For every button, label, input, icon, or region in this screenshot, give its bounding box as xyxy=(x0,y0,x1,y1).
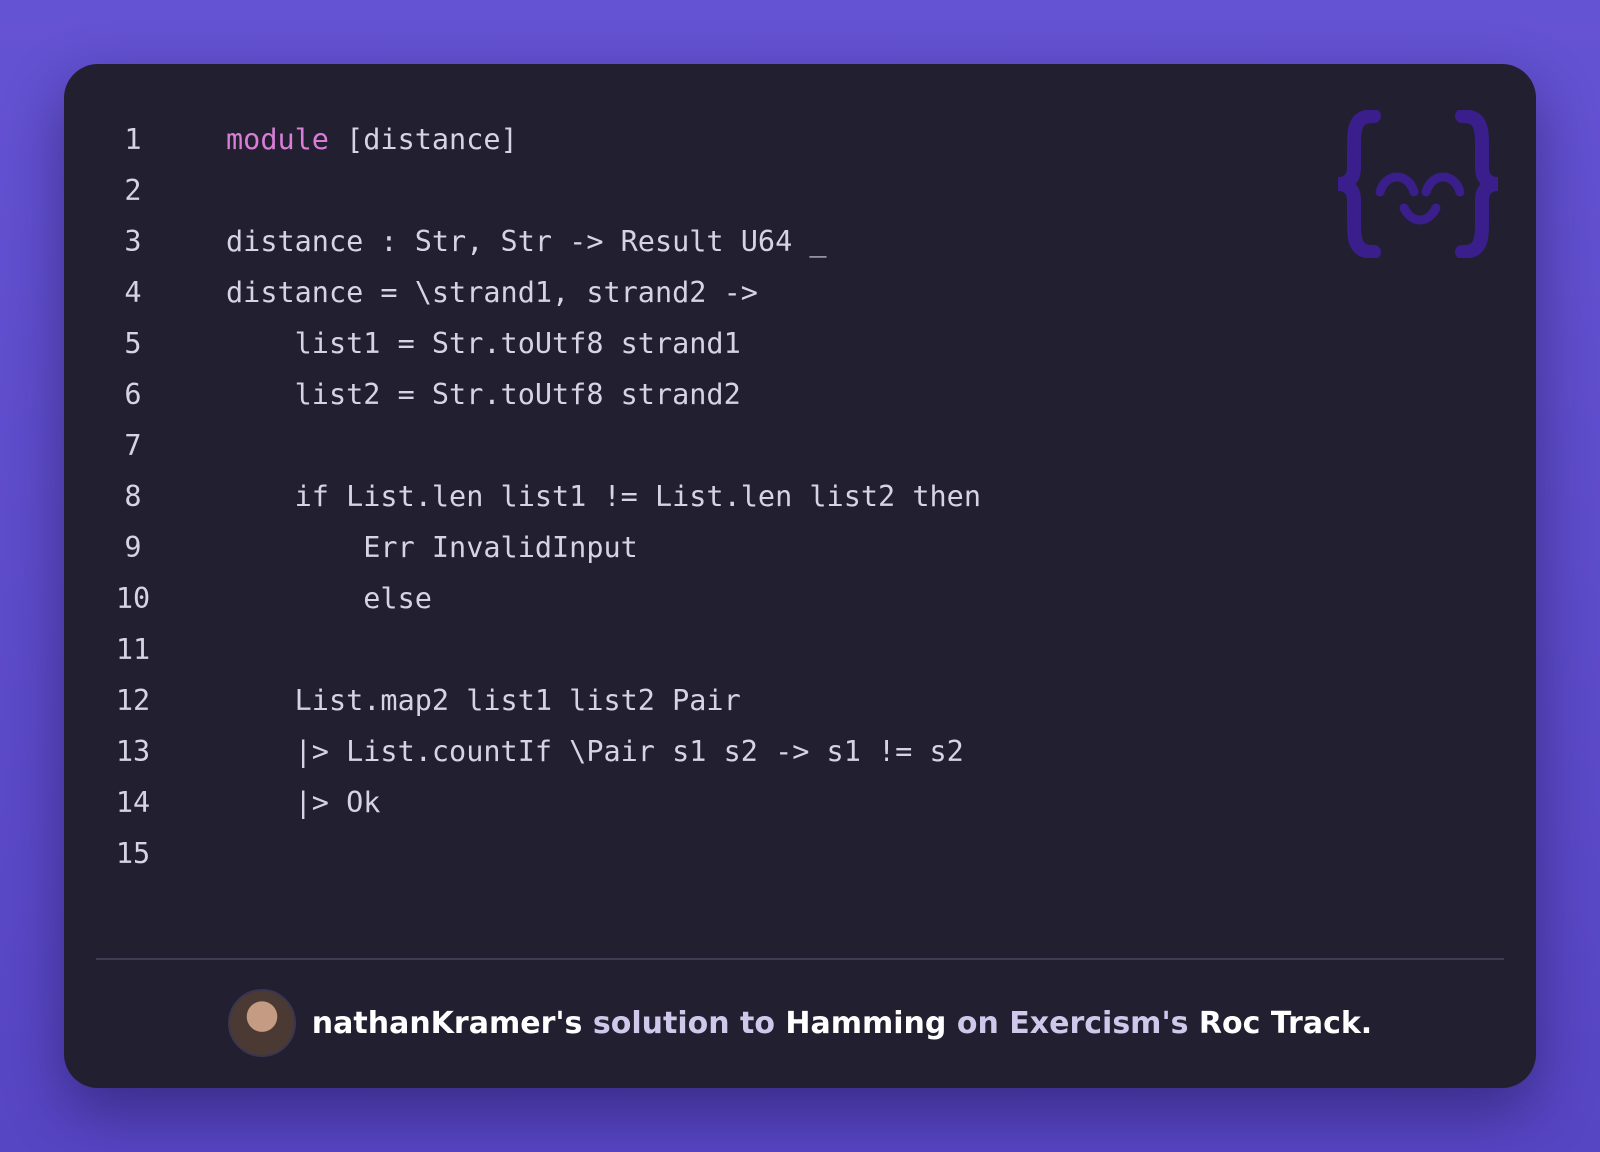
line-number: 1 xyxy=(124,123,142,156)
line-number: 12 xyxy=(115,684,151,717)
line-code: module [distance] xyxy=(226,114,518,165)
line-number: 9 xyxy=(124,531,142,564)
code-line: 12 List.map2 list1 list2 Pair xyxy=(104,675,1404,726)
code-line: 15 xyxy=(104,828,1404,879)
code-block: 1 module [distance] 2 3 distance : Str, Str … xyxy=(104,114,1404,879)
possessive-1: 's xyxy=(555,1005,583,1041)
code-text: distance = \strand1, strand2 -> xyxy=(226,276,758,309)
code-text: |> List.countIf \Pair s1 s2 -> s1 != s2 xyxy=(226,735,964,768)
code-text: Err InvalidInput xyxy=(226,531,638,564)
code-line: 11 xyxy=(104,624,1404,675)
author-name[interactable]: nathanKramer xyxy=(312,1006,556,1041)
code-line: 7 xyxy=(104,420,1404,471)
line-code: else xyxy=(226,573,432,624)
line-number: 2 xyxy=(124,174,142,207)
code-text: [distance] xyxy=(328,123,518,156)
code-text: List.map2 list1 list2 Pair xyxy=(226,684,741,717)
attribution-footer: nathanKramer 's solution to Hamming on E… xyxy=(64,989,1536,1057)
line-number: 6 xyxy=(124,378,142,411)
code-text: |> Ok xyxy=(226,786,381,819)
site-name[interactable]: Exercism xyxy=(1009,1006,1161,1041)
line-code: Err InvalidInput xyxy=(226,522,638,573)
code-text: list1 = Str.toUtf8 strand1 xyxy=(226,327,741,360)
author-avatar xyxy=(227,989,296,1057)
line-number: 15 xyxy=(115,837,151,870)
line-number: 8 xyxy=(124,480,142,513)
code-text: distance : Str, Str -> Result U64 _ xyxy=(226,225,827,258)
line-number: 10 xyxy=(115,582,151,615)
code-text: else xyxy=(226,582,432,615)
line-number: 3 xyxy=(124,225,142,258)
code-line: 10 else xyxy=(104,573,1404,624)
line-number: 5 xyxy=(124,327,142,360)
line-number: 13 xyxy=(115,735,151,768)
line-code: distance = \strand1, strand2 -> xyxy=(226,267,758,318)
line-code: list2 = Str.toUtf8 strand2 xyxy=(226,369,741,420)
code-line: 6 list2 = Str.toUtf8 strand2 xyxy=(104,369,1404,420)
code-line: 13 |> List.countIf \Pair s1 s2 -> s1 != … xyxy=(104,726,1404,777)
divider xyxy=(96,958,1504,960)
line-number: 14 xyxy=(115,786,151,819)
line-code: List.map2 list1 list2 Pair xyxy=(226,675,741,726)
code-line: 2 xyxy=(104,165,1404,216)
code-line: 14 |> Ok xyxy=(104,777,1404,828)
code-card: 1 module [distance] 2 3 distance : Str, Str … xyxy=(64,64,1536,1088)
line-code: list1 = Str.toUtf8 strand1 xyxy=(226,318,741,369)
line-code: |> Ok xyxy=(226,777,381,828)
code-line: 3 distance : Str, Str -> Result U64 _ xyxy=(104,216,1404,267)
code-line: 8 if List.len list1 != List.len list2 th… xyxy=(104,471,1404,522)
keyword-token: module xyxy=(226,123,329,156)
line-number: 4 xyxy=(124,276,142,309)
exercise-name[interactable]: Hamming xyxy=(785,1006,946,1041)
code-text: if List.len list1 != List.len list2 then xyxy=(226,480,981,513)
track-name[interactable]: Roc Track. xyxy=(1188,1006,1372,1041)
code-line: 9 Err InvalidInput xyxy=(104,522,1404,573)
on-text: on xyxy=(946,1005,1010,1041)
code-text: list2 = Str.toUtf8 strand2 xyxy=(226,378,741,411)
code-line: 5 list1 = Str.toUtf8 strand1 xyxy=(104,318,1404,369)
line-number: 11 xyxy=(115,633,151,666)
code-line: 1 module [distance] xyxy=(104,114,1404,165)
line-code: |> List.countIf \Pair s1 s2 -> s1 != s2 xyxy=(226,726,964,777)
exercism-logo-icon xyxy=(1337,110,1499,258)
code-line: 4 distance = \strand1, strand2 -> xyxy=(104,267,1404,318)
line-code: if List.len list1 != List.len list2 then xyxy=(226,471,981,522)
solution-to-text: solution to xyxy=(582,1005,786,1041)
line-code: distance : Str, Str -> Result U64 _ xyxy=(226,216,827,267)
line-number: 7 xyxy=(124,429,142,462)
possessive-2: 's xyxy=(1161,1005,1189,1041)
